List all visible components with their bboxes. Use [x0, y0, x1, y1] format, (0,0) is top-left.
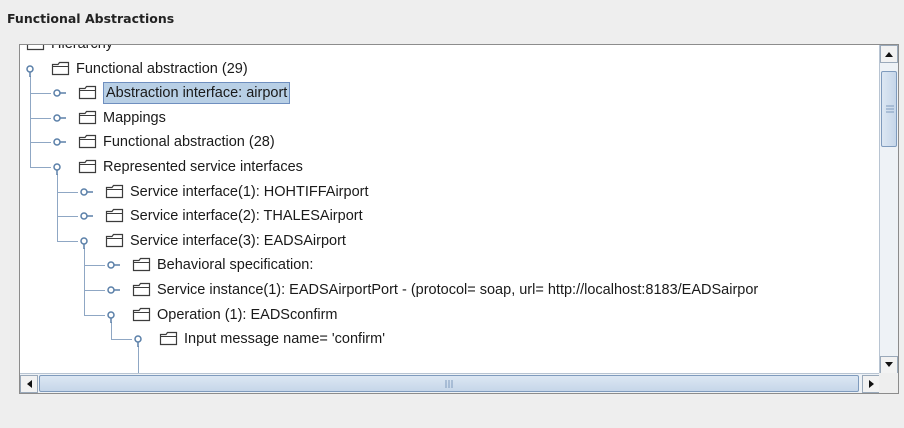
grip-icon: [886, 105, 894, 113]
grip-icon: [445, 380, 453, 388]
folder-icon: [105, 184, 124, 198]
tree-toggle[interactable]: [53, 87, 67, 102]
tree-node-label[interactable]: Operation (1): EADSconfirm: [157, 304, 338, 326]
folder-icon-wrapper: [78, 134, 97, 149]
folder-icon: [105, 233, 124, 247]
tree-node[interactable]: Functional abstraction (29): [20, 58, 880, 80]
folder-icon: [132, 307, 151, 321]
tree-connector-line: [138, 346, 139, 374]
tree-toggle[interactable]: [80, 186, 94, 201]
tree-node-label[interactable]: Service instance(1): EADSAirportPort - (…: [157, 279, 758, 301]
collapsed-handle-icon[interactable]: [53, 137, 67, 151]
tree-node-label[interactable]: Hierarchy: [51, 45, 113, 55]
scroll-up-button[interactable]: [880, 45, 898, 63]
tree-node-label[interactable]: Mappings: [103, 107, 166, 129]
tree-toggle[interactable]: [80, 235, 94, 250]
tree-node[interactable]: Service instance(1): EADSAirportPort - (…: [20, 279, 880, 301]
tree-toggle[interactable]: [80, 210, 94, 225]
vertical-scroll-thumb[interactable]: [881, 71, 897, 147]
folder-icon: [105, 209, 124, 223]
tree-node-label[interactable]: Service interface(3): EADSAirport: [130, 230, 346, 252]
tree-toggle[interactable]: [134, 333, 148, 348]
folder-icon-wrapper: [78, 85, 97, 100]
tree-node-label[interactable]: Behavioral specification:: [157, 254, 313, 276]
collapsed-handle-icon[interactable]: [53, 88, 67, 102]
tree-node-label[interactable]: Functional abstraction (28): [103, 131, 275, 153]
tree-toggle[interactable]: [53, 112, 67, 127]
expanded-handle-icon[interactable]: [53, 162, 67, 176]
expanded-handle-icon[interactable]: [80, 236, 94, 250]
folder-icon-wrapper: [105, 233, 124, 247]
horizontal-scroll-thumb[interactable]: [39, 375, 859, 392]
folder-icon: [26, 45, 45, 51]
tree-toggle[interactable]: [53, 161, 67, 176]
tree-node[interactable]: Service interface(3): EADSAirport: [20, 230, 880, 252]
tree-node-label[interactable]: Represented service interfaces: [103, 156, 303, 178]
expanded-handle-icon[interactable]: [107, 310, 121, 324]
vertical-scrollbar[interactable]: [879, 45, 898, 374]
expanded-handle-icon[interactable]: [26, 64, 40, 78]
tree-toggle[interactable]: [26, 63, 40, 78]
tree-view[interactable]: Hierarchy Functional abstraction (29)Abst…: [20, 45, 880, 374]
arrow-up-icon: [885, 52, 893, 57]
tree-node-label[interactable]: Service interface(2): THALESAirport: [130, 205, 363, 227]
folder-icon-wrapper: [78, 110, 97, 124]
collapsed-handle-icon[interactable]: [107, 260, 121, 274]
folder-icon-wrapper: [26, 45, 45, 51]
tree-toggle[interactable]: [107, 259, 121, 274]
tree-node[interactable]: Behavioral specification:: [20, 254, 880, 276]
folder-icon-wrapper: [78, 159, 97, 174]
tree-node-label-selected[interactable]: Abstraction interface: airport: [103, 82, 291, 105]
folder-icon: [78, 135, 97, 149]
folder-icon-wrapper: [132, 307, 151, 321]
expanded-handle-icon[interactable]: [134, 334, 148, 348]
tree-toggle[interactable]: [53, 136, 67, 151]
tree-node-label[interactable]: Functional abstraction (29): [76, 58, 248, 80]
tree-node-label[interactable]: Service interface(1): HOHTIFFAirport: [130, 181, 369, 203]
tree-node[interactable]: Service interface(2): THALESAirport: [20, 205, 880, 227]
folder-icon: [78, 110, 97, 124]
folder-icon: [132, 282, 151, 297]
folder-icon-wrapper: [132, 257, 151, 272]
scroll-right-button[interactable]: [862, 375, 880, 393]
tree-node[interactable]: Input message name= 'confirm': [20, 328, 880, 350]
tree-node[interactable]: Functional abstraction (28): [20, 131, 880, 153]
collapsed-handle-icon[interactable]: [53, 113, 67, 127]
scroll-corner: [879, 373, 898, 393]
tree-node[interactable]: Operation (1): EADSconfirm: [20, 304, 880, 326]
arrow-left-icon: [27, 380, 32, 388]
folder-icon: [51, 61, 70, 75]
collapsed-handle-icon[interactable]: [80, 211, 94, 225]
tree-node[interactable]: Mappings: [20, 107, 880, 129]
tree-node-label[interactable]: Input message name= 'confirm': [184, 328, 385, 350]
tree-node[interactable]: Abstraction interface: airport: [20, 82, 880, 105]
folder-icon-wrapper: [105, 208, 124, 223]
folder-icon-wrapper: [51, 61, 70, 75]
panel-title: Functional Abstractions: [7, 11, 175, 26]
folder-icon: [78, 86, 97, 100]
tree-node[interactable]: Represented service interfaces: [20, 156, 880, 178]
folder-icon: [159, 332, 178, 346]
tree-toggle[interactable]: [107, 284, 121, 299]
scroll-down-button[interactable]: [880, 356, 898, 374]
folder-icon: [78, 159, 97, 174]
arrow-right-icon: [869, 380, 874, 388]
collapsed-handle-icon[interactable]: [107, 285, 121, 299]
collapsed-handle-icon[interactable]: [80, 187, 94, 201]
folder-icon-wrapper: [132, 282, 151, 297]
arrow-down-icon: [885, 362, 893, 367]
scroll-left-button[interactable]: [20, 375, 38, 393]
tree-panel: Hierarchy Functional abstraction (29)Abst…: [19, 44, 899, 394]
tree-node[interactable]: Hierarchy: [20, 45, 880, 55]
folder-icon-wrapper: [159, 331, 178, 346]
horizontal-scrollbar[interactable]: [20, 373, 880, 393]
folder-icon: [132, 258, 151, 272]
tree-toggle[interactable]: [107, 309, 121, 324]
tree-node[interactable]: Service interface(1): HOHTIFFAirport: [20, 181, 880, 203]
folder-icon-wrapper: [105, 184, 124, 198]
